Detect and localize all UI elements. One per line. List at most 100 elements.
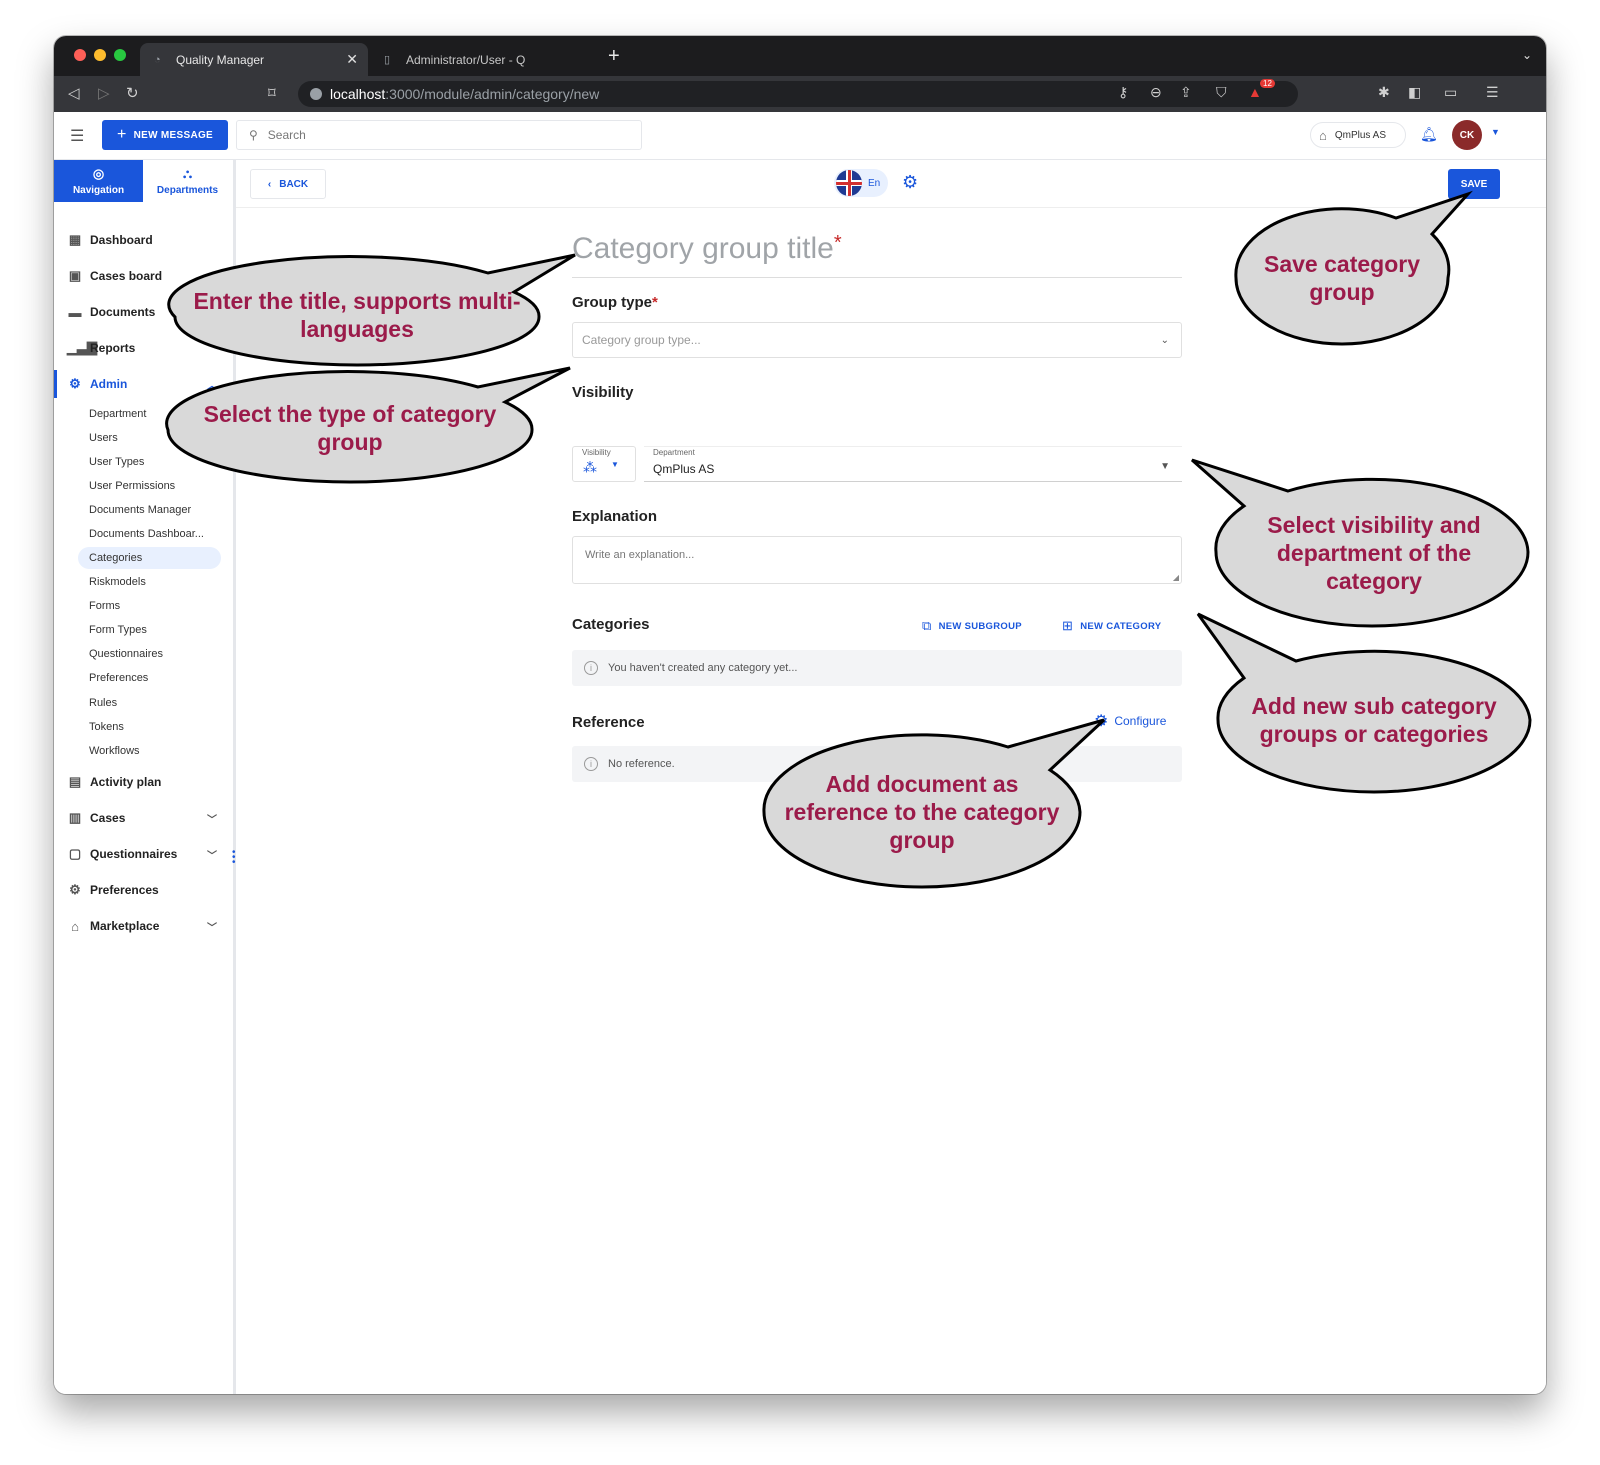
share-icon[interactable]: ⇪ [1180,84,1192,101]
sidebar-subitem-label: Categories [89,552,143,564]
sidebar-subitem-label: Form Types [89,624,147,636]
bookmark-icon[interactable]: ⌑ [268,84,276,102]
search-input[interactable]: ⚲ Search [236,120,642,150]
back-arrow-icon[interactable]: ◁ [68,84,80,102]
cases-icon: ▥ [68,810,82,825]
brave-shield-icon[interactable]: ⛉ [1216,84,1227,101]
sidebar-item-dashboard[interactable]: ▦ Dashboard [54,226,233,254]
sidebar-resize-handle[interactable]: • • • [232,848,236,868]
sidebar-item-cases[interactable]: ▥ Cases ﹀ [54,804,233,832]
sidebar-item-label: Dashboard [90,233,153,247]
minimize-window-button[interactable] [94,49,106,61]
sidebar-subitem-department[interactable]: Department [78,403,221,425]
search-placeholder: Search [267,128,306,142]
sidebar-item-preferences[interactable]: ⚙ Preferences [54,876,233,904]
browser-window: ◔ Quality Manager ✕ ▯ Administrator/User… [54,36,1546,1394]
tab-navigation[interactable]: ◎ Navigation [54,160,143,202]
sidebar-toggle-icon[interactable]: ◧ [1408,84,1421,101]
configure-label: Configure [1114,714,1167,728]
key-icon[interactable]: ⚷ [1118,84,1128,101]
tab-departments[interactable]: ⛬ Departments [143,160,232,202]
close-window-button[interactable] [74,49,86,61]
sidebar-subitem-documents-dashboard[interactable]: Documents Dashboar... [78,523,221,545]
menu-icon[interactable]: ☰ [70,126,84,146]
sidebar-tabs: ◎ Navigation ⛬ Departments [54,160,236,202]
sidebar-item-marketplace[interactable]: ⌂ Marketplace ﹀ [54,912,233,940]
sidebar-subitem-rules[interactable]: Rules [78,692,221,714]
compass-icon: ◎ [92,166,105,181]
sidebar-item-activity-plan[interactable]: ▤ Activity plan [54,768,233,796]
add-box-icon: ⊞ [1062,618,1074,633]
chevron-down-icon: ﹀ [207,850,217,862]
browser-menu-icon[interactable]: ☰ [1486,84,1499,101]
main-content: ‹ BACK En ⚙ SAVE Category group title* G… [236,160,1546,1394]
sidebar-subitem-forms[interactable]: Forms [78,595,221,617]
visibility-select[interactable]: Visibility ⁂ ▼ [572,446,636,482]
sidebar-subitem-categories[interactable]: Categories [78,547,221,569]
wallet-icon[interactable]: ▭ [1444,84,1457,101]
sidebar-subitem-user-types[interactable]: User Types [78,451,221,473]
extensions-icon[interactable]: ✱ [1378,84,1390,101]
caret-down-icon[interactable]: ▼ [1491,127,1500,137]
sidebar-subitem-riskmodels[interactable]: Riskmodels [78,571,221,593]
group-type-select[interactable]: Category group type... ⌄ [572,322,1182,358]
organization-selector[interactable]: ⌂ QmPlus AS [1310,122,1406,148]
calendar-icon: ▤ [68,774,82,789]
address-bar[interactable]: localhost:3000/module/admin/category/new [298,81,1298,107]
new-subgroup-button[interactable]: ⧉ NEW SUBGROUP [922,618,1022,634]
save-button[interactable]: SAVE [1448,169,1500,199]
chevron-left-icon: ‹ [267,178,272,190]
new-tab-button[interactable]: + [608,45,620,68]
tab-title: Administrator/User - Q [406,52,526,67]
user-avatar[interactable]: CK [1452,120,1482,150]
sidebar-subitem-users[interactable]: Users [78,427,221,449]
sidebar-subitem-form-types[interactable]: Form Types [78,619,221,641]
sidebar-subitem-user-permissions[interactable]: User Permissions [78,475,221,497]
rewards-icon[interactable]: ▲ [1248,84,1262,100]
department-mini-label: Department [653,448,695,457]
explanation-textarea[interactable]: Write an explanation... ◢ [572,536,1182,584]
sidebar-subitem-workflows[interactable]: Workflows [78,740,221,762]
document-icon: ▯ [384,53,391,66]
department-select[interactable]: Department QmPlus AS ▼ [644,446,1182,482]
sidebar-subitem-label: Riskmodels [89,576,146,588]
sidebar-subitem-preferences[interactable]: Preferences [78,667,221,689]
sidebar-item-reports[interactable]: ▁▃▇ Reports [54,334,233,362]
new-subgroup-label: NEW SUBGROUP [938,620,1022,632]
settings-gear-icon[interactable]: ⚙ [902,172,918,193]
sidebar-item-questionnaires[interactable]: ▢ Questionnaires ﹀ [54,840,233,868]
tab-list-chevron-icon[interactable]: ⌄ [1522,48,1532,62]
sidebar-item-admin[interactable]: ⚙ Admin ︿ [54,370,233,398]
resize-grip-icon[interactable]: ◢ [1173,573,1179,582]
sidebar-subitem-tokens[interactable]: Tokens [78,716,221,738]
sidebar-subitem-documents-manager[interactable]: Documents Manager [78,499,221,521]
browser-tab-quality-manager[interactable]: ◔ Quality Manager ✕ [140,43,368,76]
sidebar-item-label: Questionnaires [90,847,178,861]
new-category-button[interactable]: ⊞ NEW CATEGORY [1062,618,1161,634]
copy-icon: ⧉ [922,618,932,633]
site-info-icon[interactable] [310,88,322,100]
zoom-icon[interactable]: ⊖ [1150,84,1162,101]
info-icon: i [584,757,598,771]
tab-close-icon[interactable]: ✕ [346,51,358,68]
sidebar-item-label: Cases [90,811,126,825]
back-button[interactable]: ‹ BACK [250,169,326,199]
organization-name: QmPlus AS [1334,129,1386,141]
tab-label: Navigation [72,185,125,196]
caret-down-icon: ▼ [1160,461,1170,472]
configure-reference-button[interactable]: ⚙ Configure [1094,711,1166,731]
language-selector[interactable]: En [834,169,888,197]
browser-toolbar: ◁ ▷ ↻ ⌑ localhost:3000/module/admin/cate… [54,76,1546,112]
sidebar-subitem-questionnaires[interactable]: Questionnaires [78,643,221,665]
notification-bell-icon[interactable]: 🔔︎ [1420,126,1438,143]
forward-arrow-icon[interactable]: ▷ [98,84,110,102]
sidebar-item-cases-board[interactable]: ▣ Cases board [54,262,233,290]
tab-label: Departments [156,185,219,196]
sidebar-item-documents[interactable]: ▬ Documents [54,298,233,326]
reference-empty-notice: i No reference. [572,746,1182,782]
maximize-window-button[interactable] [114,49,126,61]
title-input[interactable]: Category group title* [572,232,1182,278]
new-message-button[interactable]: + NEW MESSAGE [102,120,228,150]
reload-icon[interactable]: ↻ [126,84,139,102]
browser-tab-administrator[interactable]: ▯ Administrator/User - Q [370,43,600,76]
